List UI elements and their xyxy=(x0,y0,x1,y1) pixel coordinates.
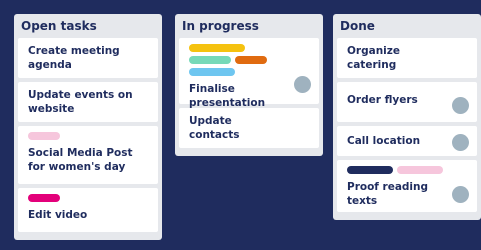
card-title: Edit video xyxy=(28,209,88,221)
column-in-progress: In progress Finalise presentation Update… xyxy=(175,14,323,156)
user-avatar[interactable] xyxy=(452,97,469,114)
card-title: Create meeting agenda xyxy=(28,45,120,71)
task-card[interactable]: Update events on website xyxy=(18,82,158,122)
task-card[interactable]: Social Media Post for women's day xyxy=(18,126,158,184)
card-title: Update contacts xyxy=(189,115,240,141)
card-title: Order flyers xyxy=(347,94,418,106)
label-magenta xyxy=(28,194,60,202)
user-avatar[interactable] xyxy=(452,134,469,151)
user-avatar[interactable] xyxy=(452,186,469,203)
user-avatar[interactable] xyxy=(294,76,311,93)
card-labels xyxy=(347,166,447,174)
card-labels xyxy=(189,44,289,76)
task-card[interactable]: Organize catering xyxy=(337,38,477,78)
label-blue xyxy=(189,68,235,76)
task-card[interactable]: Call location xyxy=(337,126,477,156)
label-navy xyxy=(347,166,393,174)
task-card[interactable]: Edit video xyxy=(18,188,158,232)
label-yellow xyxy=(189,44,245,52)
card-title: Proof reading texts xyxy=(347,181,429,207)
column-title: In progress xyxy=(182,19,259,33)
card-labels xyxy=(28,194,128,202)
card-title: Organize catering xyxy=(347,45,401,71)
column-done: Done Organize catering Order flyers Call… xyxy=(333,14,481,220)
card-title: Finalise presentation xyxy=(189,83,266,109)
column-title: Open tasks xyxy=(21,19,97,33)
task-card[interactable]: Order flyers xyxy=(337,82,477,122)
column-title: Done xyxy=(340,19,375,33)
label-pink xyxy=(397,166,443,174)
task-card[interactable]: Create meeting agenda xyxy=(18,38,158,78)
label-teal xyxy=(189,56,231,64)
task-card[interactable]: Finalise presentation xyxy=(179,38,319,109)
card-title: Update events on website xyxy=(28,89,133,115)
card-title: Social Media Post for women's day xyxy=(28,147,133,173)
task-card[interactable]: Update contacts xyxy=(179,108,319,148)
column-open-tasks: Open tasks Create meeting agenda Update … xyxy=(14,14,162,240)
label-orange xyxy=(235,56,267,64)
card-title: Call location xyxy=(347,135,421,147)
task-card[interactable]: Proof reading texts xyxy=(337,160,477,212)
label-pink xyxy=(28,132,60,140)
card-labels xyxy=(28,132,128,140)
